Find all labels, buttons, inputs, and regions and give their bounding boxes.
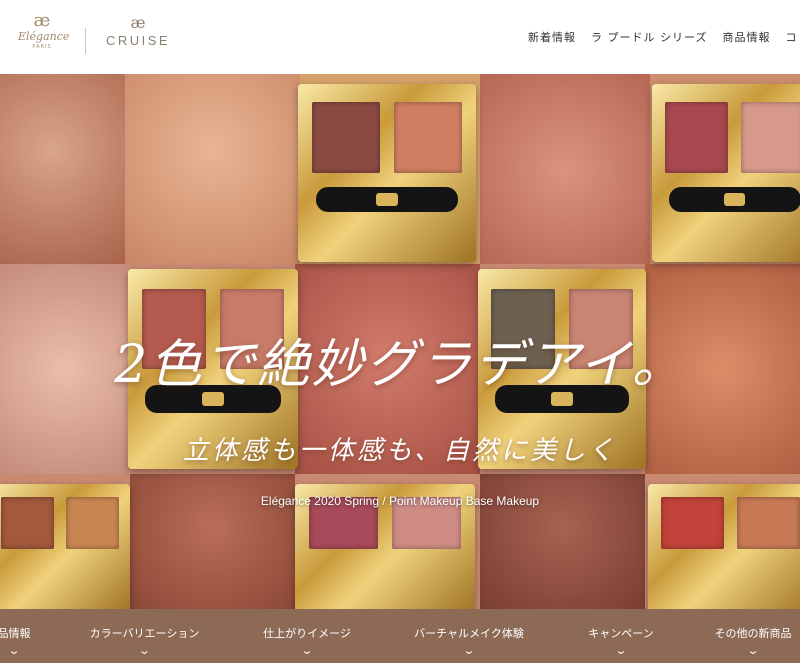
site-header: æ Elégance PARIS æ CRUISE 新着情報ラ プードル シリー… [0, 0, 800, 74]
cruise-monogram: æ [130, 13, 146, 32]
section-nav-label: その他の新商品 [714, 627, 792, 640]
powder-tile [0, 74, 130, 264]
section-nav-label: バーチャルメイク体験 [414, 627, 524, 640]
nav-item-products[interactable]: 商品情報 [722, 29, 770, 45]
powder-tile [480, 74, 650, 264]
top-nav: 新着情報ラ プードル シリーズ商品情報コレ [528, 29, 800, 45]
logo-divider [85, 28, 86, 54]
elegance-paris-label: PARIS [32, 44, 52, 50]
elegance-logo[interactable]: æ Elégance PARIS [18, 10, 70, 51]
section-nav-finish-image[interactable]: 仕上がりイメージ ⌄ [252, 625, 362, 657]
hero-tagline: Elégance 2020 Spring / Point Makeup Base… [260, 494, 540, 508]
section-nav-label: キャンペーン [588, 627, 654, 640]
elegance-monogram: æ [33, 10, 51, 31]
section-nav-product-info[interactable]: 品情報 ⌄ [0, 625, 34, 657]
section-nav-color-variation[interactable]: カラーバリエーション ⌄ [82, 625, 207, 657]
nav-item-la-poudre-series[interactable]: ラ プードル シリーズ [591, 29, 707, 45]
section-nav-virtual-makeup[interactable]: バーチャルメイク体験 ⌄ [404, 625, 534, 657]
cruise-wordmark: CRUISE [105, 33, 171, 48]
elegance-wordmark: Elégance [18, 30, 70, 43]
nav-item-collection[interactable]: コレ [785, 29, 800, 45]
eyeshadow-compact [298, 84, 476, 262]
hero-banner[interactable]: 2色で絶妙グラデアイ。 立体感も一体感も、自然に美しく Elégance 202… [0, 74, 800, 609]
cruise-logo[interactable]: æ CRUISE [104, 14, 172, 50]
shadow-pan [665, 101, 728, 173]
powder-tile [125, 74, 300, 264]
shadow-pan [394, 101, 462, 173]
shadow-pan [741, 101, 800, 173]
hero-subline: 立体感も一体感も、自然に美しく [182, 436, 618, 466]
section-nav-campaign[interactable]: キャンペーン ⌄ [580, 625, 662, 657]
hero-headline: 2色で絶妙グラデアイ。 [114, 335, 686, 395]
section-nav-label: カラーバリエーション [89, 627, 200, 640]
chevron-down-icon: ⌄ [462, 644, 476, 657]
nav-item-news[interactable]: 新着情報 [528, 29, 576, 45]
chevron-down-icon: ⌄ [746, 644, 760, 657]
eyeshadow-compact [652, 84, 800, 262]
chevron-down-icon: ⌄ [7, 644, 21, 657]
section-nav-other-new-products[interactable]: その他の新商品 ⌄ [706, 625, 800, 657]
applicator-brush [315, 187, 459, 213]
section-nav-label: 仕上がりイメージ [263, 627, 351, 640]
section-nav-label: 品情報 [0, 627, 31, 640]
applicator-brush [668, 187, 800, 213]
chevron-down-icon: ⌄ [300, 644, 314, 657]
section-nav: 品情報 ⌄ カラーバリエーション ⌄ 仕上がりイメージ ⌄ バーチャルメイク体験… [0, 609, 800, 663]
chevron-down-icon: ⌄ [138, 644, 151, 657]
chevron-down-icon: ⌄ [614, 644, 628, 657]
shadow-pan [312, 101, 380, 173]
